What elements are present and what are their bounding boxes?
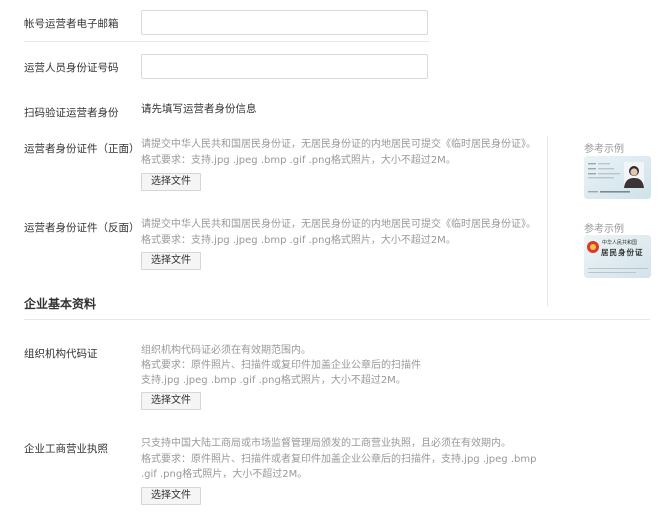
- reference-divider: [547, 136, 548, 306]
- email-label: 帐号运营者电子邮箱: [24, 18, 119, 30]
- business-license-note-2: 格式要求：原件照片、扫描件或者复印件加盖企业公章后的扫描件，支持.jpg .jp…: [141, 454, 537, 465]
- business-license-label: 企业工商营业执照: [24, 443, 108, 455]
- business-license-note-1: 只支持中国大陆工商局或市场监督管理局颁发的工商营业执照，且必须在有效期内。: [141, 438, 511, 449]
- business-license-choose-file-button[interactable]: 选择文件: [141, 487, 201, 505]
- id-front-note-2: 格式要求：支持.jpg .jpeg .bmp .gif .png格式照片，大小不…: [141, 155, 456, 166]
- id-front-note-1: 请提交中华人民共和国居民身份证，无居民身份证的内地居民可提交《临时居民身份证》。: [141, 139, 536, 150]
- row-divider: [24, 41, 430, 42]
- id-back-card-text-1: 中华人民共和国: [602, 240, 638, 246]
- id-back-note-2: 格式要求：支持.jpg .jpeg .bmp .gif .png格式照片，大小不…: [141, 235, 456, 246]
- scan-verify-text: 请先填写运营者身份信息: [141, 103, 257, 115]
- id-number-label: 运营人员身份证号码: [24, 62, 119, 74]
- id-back-note-1: 请提交中华人民共和国居民身份证，无居民身份证的内地居民可提交《临时居民身份证》。: [141, 219, 536, 230]
- scan-verify-label: 扫码验证运营者身份: [24, 107, 119, 119]
- org-code-note-1: 组织机构代码证必须在有效期范围内。: [141, 345, 311, 356]
- org-code-note-3: 支持.jpg .jpeg .bmp .gif .png格式照片，大小不超过2M。: [141, 375, 406, 386]
- org-code-choose-file-button[interactable]: 选择文件: [141, 392, 201, 410]
- id-back-sample-image: 中华人民共和国 居民身份证: [584, 235, 651, 278]
- id-front-label: 运营者身份证件（正面）: [24, 143, 140, 155]
- id-back-reference-title: 参考示例: [584, 224, 624, 235]
- id-back-label: 运营者身份证件（反面）: [24, 222, 140, 234]
- email-input[interactable]: [141, 10, 428, 35]
- org-code-note-2: 格式要求：原件照片、扫描件或复印件加盖企业公章后的扫描件: [141, 360, 421, 371]
- section-divider: [24, 319, 650, 320]
- id-front-reference-title: 参考示例: [584, 144, 624, 155]
- org-code-label: 组织机构代码证: [24, 348, 98, 360]
- id-number-input[interactable]: [141, 54, 428, 79]
- id-back-choose-file-button[interactable]: 选择文件: [141, 252, 201, 270]
- id-front-sample-image: [584, 156, 651, 199]
- company-section-title: 企业基本资料: [24, 297, 97, 311]
- business-license-note-3: .gif .png格式照片，大小不超过2M。: [141, 469, 308, 480]
- id-back-card-text-2: 居民身份证: [601, 248, 644, 257]
- id-front-choose-file-button[interactable]: 选择文件: [141, 173, 201, 191]
